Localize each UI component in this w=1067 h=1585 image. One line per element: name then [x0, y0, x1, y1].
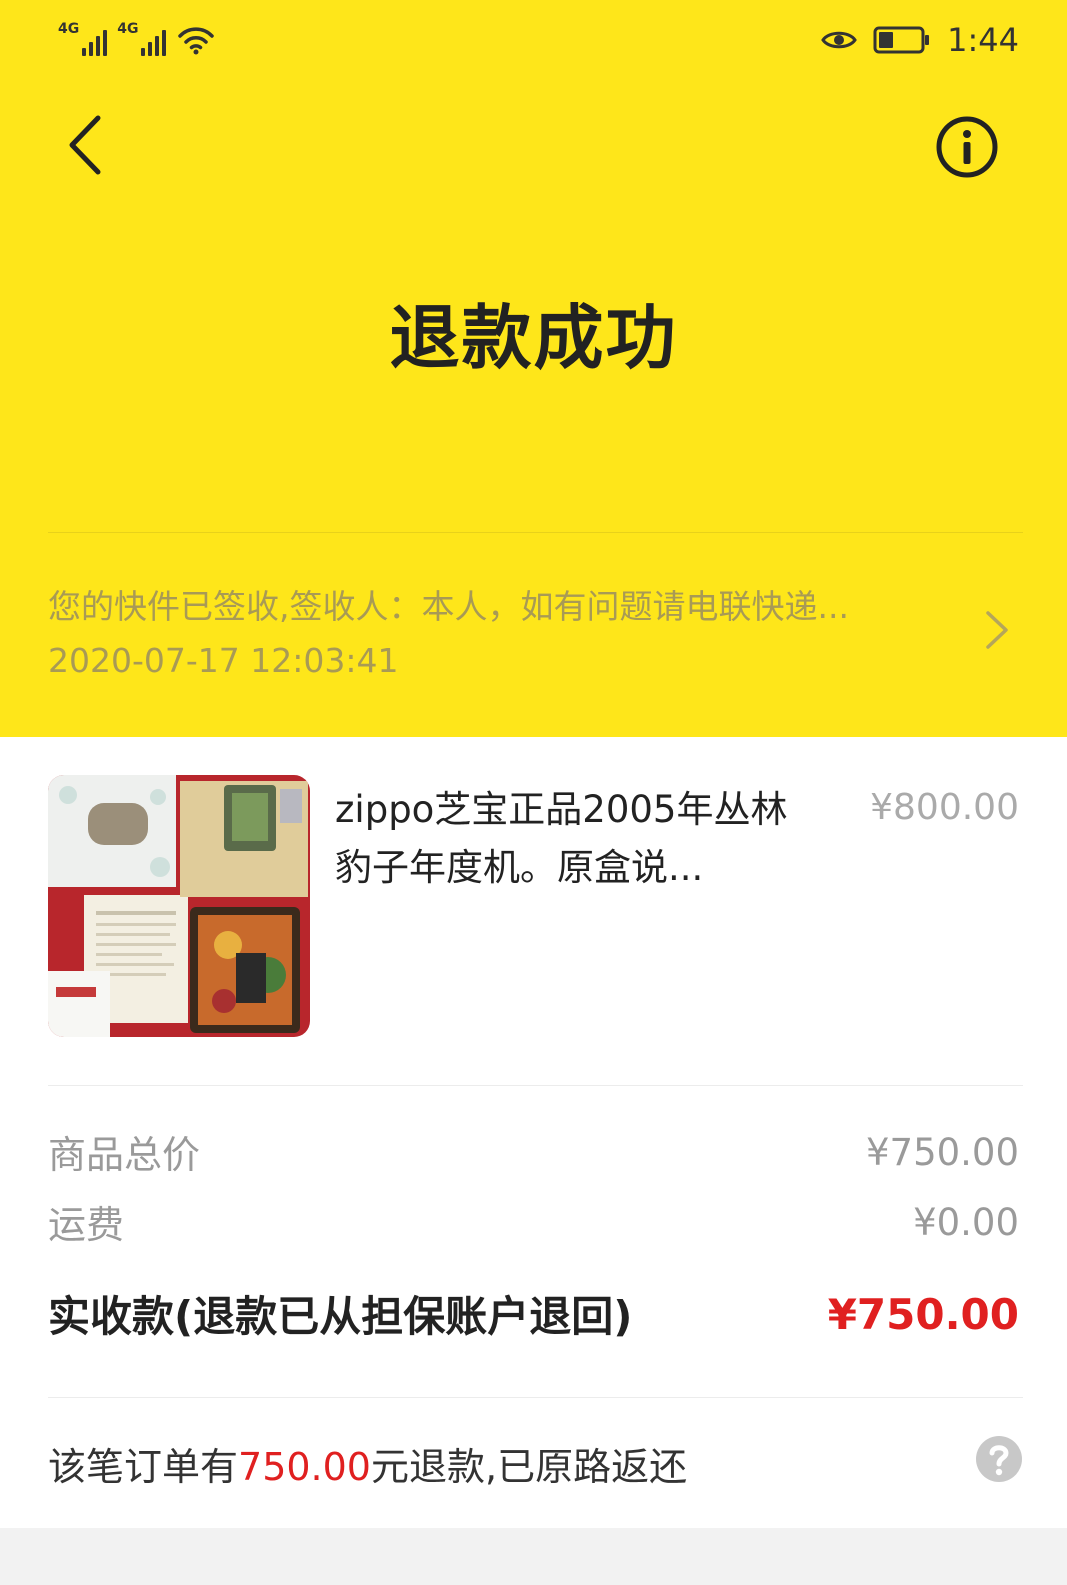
- battery-icon: [873, 26, 930, 54]
- status-bar: 4G 4G 1:44: [0, 0, 1067, 80]
- divider: [48, 1397, 1023, 1398]
- signal-bar: [103, 30, 108, 56]
- logistics-message: 您的快件已签收,签收人：本人，如有问题请电联快递...: [48, 587, 849, 626]
- signal-bar: [155, 36, 160, 56]
- status-right: 1:44: [821, 18, 1019, 62]
- product-image[interactable]: [48, 775, 310, 1037]
- help-icon: [976, 1436, 1022, 1482]
- eye-icon: [821, 31, 857, 49]
- back-arrow-icon: [69, 115, 101, 175]
- received-label: 实收款(退款已从担保账户退回): [48, 1292, 633, 1341]
- signal-bar: [89, 42, 94, 56]
- chevron-right-icon: [986, 611, 1008, 649]
- logistics-row[interactable]: 您的快件已签收,签收人：本人，如有问题请电联快递... 2020-07-17 1…: [0, 575, 1067, 690]
- status-left: 4G 4G: [58, 22, 216, 56]
- network-type-label: 4G: [117, 21, 139, 37]
- refund-amount: 750.00: [238, 1445, 371, 1489]
- wifi-icon: [178, 27, 215, 55]
- page-title: 退款成功: [389, 297, 678, 379]
- shipping-value: ¥0.00: [913, 1201, 1019, 1244]
- logistics-time: 2020-07-17 12:03:41: [48, 641, 399, 680]
- product-title[interactable]: zippo芝宝正品2005年丛林豹子年度机。原盒说...: [335, 781, 790, 897]
- signal-bar: [96, 36, 101, 56]
- shipping-label: 运费: [48, 1203, 125, 1247]
- subtotal-label: 商品总价: [48, 1133, 201, 1177]
- divider: [48, 1085, 1023, 1086]
- refund-note-suffix: 元退款,已原路返还: [370, 1445, 688, 1489]
- received-value: ¥750.00: [827, 1290, 1019, 1339]
- product-price: ¥800.00: [870, 787, 1019, 828]
- signal-sim2: 4G: [117, 21, 167, 56]
- status-time: 1:44: [947, 21, 1019, 59]
- info-button[interactable]: [934, 114, 1000, 180]
- back-button[interactable]: [58, 110, 118, 180]
- divider: [48, 532, 1023, 533]
- signal-bar: [162, 30, 167, 56]
- signal-sim1: 4G: [58, 21, 108, 56]
- refund-note: 该笔订单有750.00元退款,已原路返还: [48, 1439, 687, 1495]
- header: 4G 4G 1:44 退款成功 您的快件已签收,签收人：本人，如有问题请电联快递…: [0, 0, 1067, 737]
- refund-note-prefix: 该笔订单有: [48, 1445, 239, 1489]
- product-photo: [48, 775, 310, 1037]
- signal-bar: [141, 48, 146, 56]
- network-type-label: 4G: [58, 21, 80, 37]
- info-icon: [936, 116, 998, 178]
- subtotal-value: ¥750.00: [865, 1131, 1019, 1174]
- help-button[interactable]: [975, 1435, 1023, 1483]
- order-card: zippo芝宝正品2005年丛林豹子年度机。原盒说... ¥800.00 商品总…: [0, 737, 1067, 1528]
- signal-bar: [82, 48, 87, 56]
- signal-bar: [148, 42, 153, 56]
